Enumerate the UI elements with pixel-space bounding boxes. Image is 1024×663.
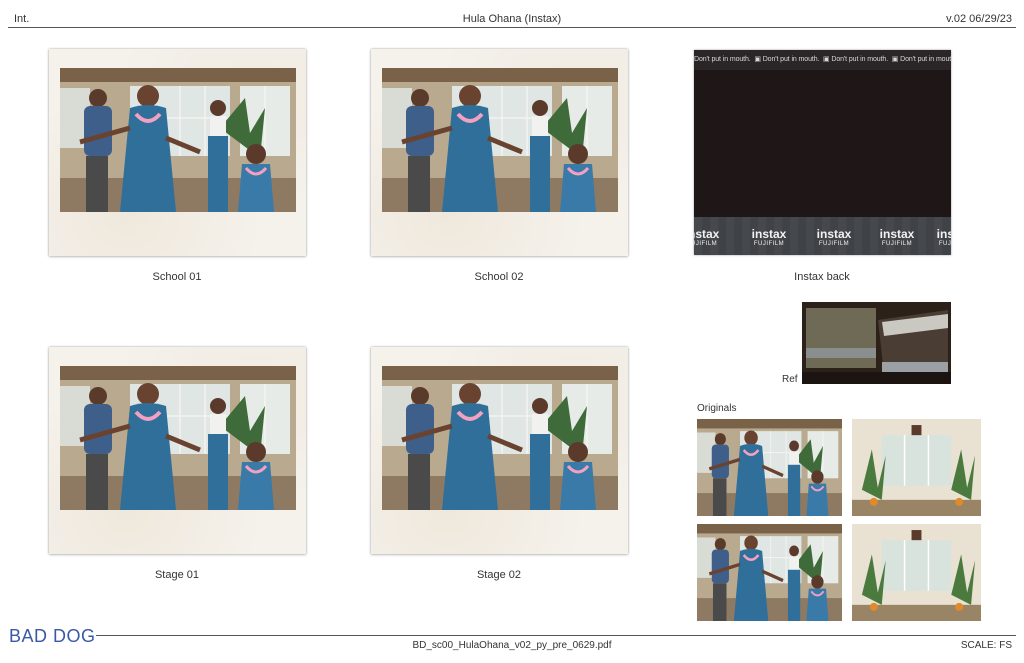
warning-text: Don't put in mouth. [694, 56, 751, 63]
photo-stage-02 [382, 366, 618, 510]
polaroid-frame-stage-02 [371, 347, 628, 554]
instax-logo: instaxFUJIFILM [816, 227, 852, 247]
ref-image [802, 302, 951, 384]
polaroid-frame-stage-01 [49, 347, 306, 554]
instax-back-image: Don't put in mouth. ▣ Don't put in mouth… [694, 50, 951, 255]
original-photo-2 [852, 419, 981, 516]
caption-school-01: School 01 [152, 271, 202, 283]
original-photo-1 [697, 419, 842, 516]
instax-logo: instaxFUJIFILM [879, 227, 915, 247]
header-divider [8, 27, 1016, 28]
instax-logo: instaxFUJIFILM [936, 227, 951, 247]
polaroid-frame-school-01 [49, 49, 306, 256]
page-title: Hula Ohana (Instax) [462, 13, 562, 25]
footer-scale: SCALE: FS [960, 640, 1012, 651]
originals-label: Originals [697, 403, 737, 414]
warning-text: Don't put in mouth. [900, 56, 951, 63]
original-photo-4 [852, 524, 981, 621]
caption-stage-01: Stage 01 [154, 569, 200, 581]
caption-instax-back: Instax back [794, 271, 850, 283]
ref-label: Ref [782, 374, 798, 385]
footer-divider [96, 635, 1016, 636]
warning-text: Don't put in mouth. [762, 56, 820, 63]
warning-strip: Don't put in mouth. ▣ Don't put in mouth… [694, 50, 951, 70]
photo-school-01 [60, 68, 296, 212]
instax-logo: instaxFUJIFILM [694, 227, 720, 247]
footer-filename: BD_sc00_HulaOhana_v02_py_pre_0629.pdf [412, 640, 612, 651]
instax-logo: instaxFUJIFILM [751, 227, 787, 247]
original-photo-3 [697, 524, 842, 621]
photo-school-02 [382, 68, 618, 212]
polaroid-frame-school-02 [371, 49, 628, 256]
photo-stage-01 [60, 366, 296, 510]
version-date: v.02 06/29/23 [946, 13, 1012, 25]
warning-text: Don't put in mouth. [831, 56, 889, 63]
instax-brand-strip: instaxFUJIFILM instaxFUJIFILM instaxFUJI… [694, 217, 951, 255]
caption-school-02: School 02 [474, 271, 524, 283]
caption-stage-02: Stage 02 [476, 569, 522, 581]
